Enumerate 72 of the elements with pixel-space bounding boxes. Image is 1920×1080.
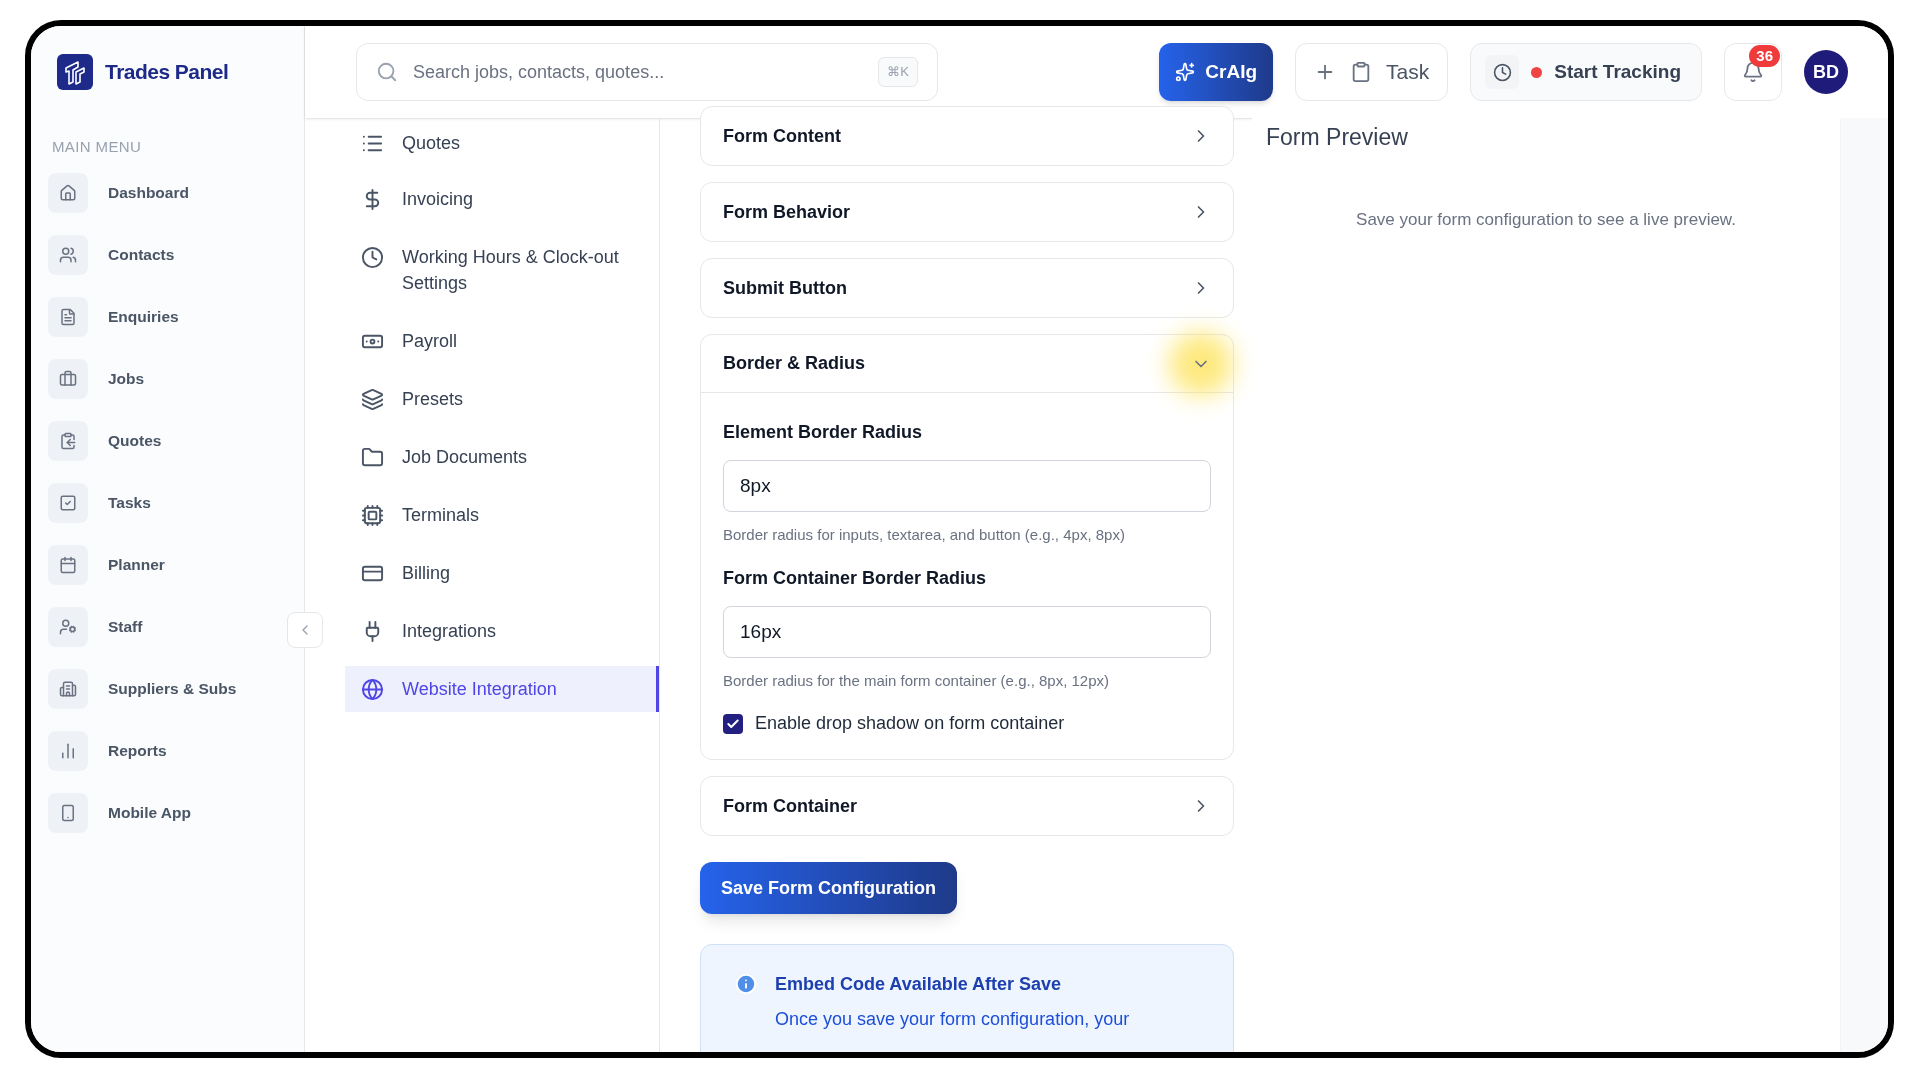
user-avatar[interactable]: BD xyxy=(1804,50,1848,94)
sidebar-item[interactable]: Staff xyxy=(48,606,143,647)
cursor-highlight xyxy=(1169,331,1233,396)
accordion-header[interactable]: Form Container xyxy=(701,777,1233,835)
bell-icon xyxy=(1742,61,1764,83)
sidebar-item[interactable]: Planner xyxy=(48,544,165,585)
accordion-header[interactable]: Form Behavior xyxy=(701,183,1233,241)
task-button[interactable]: Task xyxy=(1295,43,1449,101)
clipboard-icon xyxy=(59,431,77,450)
tracking-button[interactable]: Start Tracking xyxy=(1470,43,1702,101)
house-icon xyxy=(59,183,77,202)
accordion-header[interactable]: Border & Radius xyxy=(701,335,1233,393)
sidebar-item[interactable]: Dashboard xyxy=(48,172,189,213)
accordion-header[interactable]: Form Content xyxy=(701,107,1233,165)
layers-icon xyxy=(361,387,384,411)
settings-nav-item[interactable]: Presets xyxy=(345,376,659,422)
logo-icon xyxy=(57,54,93,90)
field-hint: Border radius for the main form container (e.g., 8px, 12px) xyxy=(723,670,1110,691)
field-hint: Border radius for inputs, textarea, and button (e.g., 4px, 8px) xyxy=(723,525,1126,545)
settings-nav-item[interactable]: Working Hours & Clock-out Settings xyxy=(345,234,659,306)
sidebar-item[interactable]: Quotes xyxy=(48,420,162,461)
input-field[interactable]: 8px xyxy=(723,460,1211,512)
settings-nav-item[interactable]: Terminals xyxy=(345,492,659,538)
check-icon xyxy=(726,716,740,731)
accordion-header[interactable]: Submit Button xyxy=(701,259,1233,317)
clock-icon xyxy=(1492,62,1512,82)
briefcase-icon xyxy=(59,369,77,388)
sidebar-item[interactable]: Contacts xyxy=(48,234,175,275)
folder-icon xyxy=(361,445,384,469)
notice-title: Embed Code Available After Save xyxy=(775,973,1063,996)
sidebar-item[interactable]: Reports xyxy=(48,730,167,771)
sidebar-item[interactable]: Tasks xyxy=(48,482,151,523)
globe-icon xyxy=(361,677,384,701)
save-button[interactable]: Save Form Configuration xyxy=(700,862,957,914)
ai-button[interactable]: CrAIg xyxy=(1159,43,1274,101)
phone-icon xyxy=(59,803,77,822)
info-icon xyxy=(735,973,757,995)
preview-message: Save your form configuration to see a live preview. xyxy=(1355,208,1737,231)
preview-title: Form Preview xyxy=(1265,123,1409,152)
brand-name: Trades Panel xyxy=(105,59,229,86)
notice-text: Once you save your form configuration, your xyxy=(775,1008,1130,1031)
field-label: Element Border Radius xyxy=(723,421,924,444)
notification-badge: 36 xyxy=(1749,45,1780,67)
checkbox[interactable] xyxy=(723,713,743,734)
document-icon xyxy=(59,307,77,326)
input-field[interactable]: 16px xyxy=(723,605,1211,658)
people-icon xyxy=(59,245,77,264)
settings-nav-item[interactable]: Quotes xyxy=(345,120,659,166)
checkbox-label: Enable drop shadow on form container xyxy=(755,712,1065,735)
settings-nav-item[interactable]: Billing xyxy=(345,550,659,596)
building-icon xyxy=(59,679,77,698)
chip-icon xyxy=(361,503,384,527)
settings-nav-item[interactable]: Integrations xyxy=(345,608,659,654)
sidebar-item[interactable]: Jobs xyxy=(48,358,145,399)
search-icon xyxy=(376,61,398,83)
person-icon xyxy=(59,617,77,636)
sidebar-item[interactable]: Mobile App xyxy=(48,792,191,833)
menu-heading: MAIN MENU xyxy=(51,137,143,157)
settings-nav-item[interactable]: Invoicing xyxy=(345,176,659,222)
sidebar-item[interactable]: Enquiries xyxy=(48,296,179,337)
settings-nav-item[interactable]: Payroll xyxy=(345,318,659,364)
sidebar-item[interactable]: Suppliers & Subs xyxy=(48,668,237,709)
field-label: Form Container Border Radius xyxy=(723,566,988,590)
clock-icon xyxy=(361,245,384,269)
calendar-icon xyxy=(59,555,77,574)
settings-nav-item[interactable]: Job Documents xyxy=(345,434,659,480)
checkbox-icon xyxy=(59,493,77,512)
shortcut-key: ⌘K xyxy=(878,57,918,87)
settings-nav-item[interactable]: Website Integration xyxy=(345,666,659,712)
bar-chart-icon xyxy=(59,741,77,760)
sparkles-icon xyxy=(1175,62,1196,82)
notifications-button[interactable]: 36 xyxy=(1724,43,1782,101)
